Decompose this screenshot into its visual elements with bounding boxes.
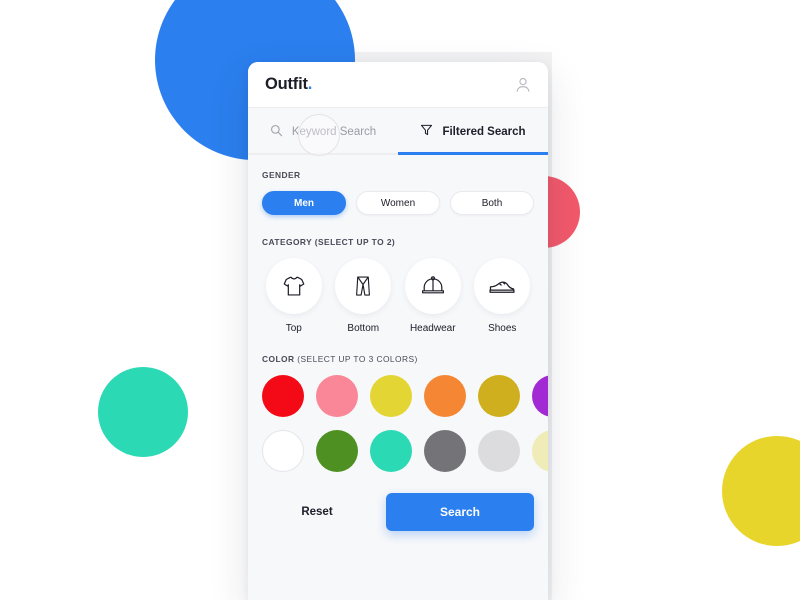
- gender-option-both-label: Both: [481, 197, 503, 209]
- app-logo: Outfit.: [265, 75, 312, 94]
- tab-filtered-search[interactable]: Filtered Search: [398, 108, 548, 155]
- pants-icon: [335, 258, 392, 314]
- gender-option-both[interactable]: Both: [450, 191, 534, 215]
- gender-section-label: GENDER: [262, 170, 301, 180]
- color-swatch-orange[interactable]: [424, 375, 466, 417]
- category-option-top-label: Top: [285, 323, 302, 334]
- color-swatch-yellow[interactable]: [370, 375, 412, 417]
- reset-button[interactable]: Reset: [262, 506, 372, 518]
- category-option-shoes[interactable]: Shoes: [471, 258, 535, 334]
- tshirt-icon: [265, 258, 322, 314]
- category-option-shoes-label: Shoes: [488, 323, 517, 334]
- category-options: Top Bottom Headwear Shoes: [262, 258, 534, 334]
- category-section-label: CATEGORY (SELECT UP TO 2): [262, 237, 396, 247]
- color-swatch-purple[interactable]: [532, 375, 548, 417]
- color-label-bold: COLOR: [262, 354, 295, 364]
- filter-content: GENDER Men Women Both CATEGORY (SELECT U…: [248, 155, 548, 472]
- app-header: Outfit.: [248, 62, 548, 108]
- tab-filtered-search-label: Filtered Search: [442, 125, 526, 138]
- search-mode-tabs: Keyword Search Filtered Search: [248, 108, 548, 156]
- color-section-label: COLOR (SELECT UP TO 3 COLORS): [262, 354, 534, 364]
- tab-keyword-underline: [248, 152, 398, 155]
- color-swatch-white[interactable]: [262, 430, 304, 472]
- shoe-icon: [474, 258, 531, 314]
- category-option-top[interactable]: Top: [262, 258, 326, 334]
- search-button[interactable]: Search: [386, 493, 534, 531]
- color-swatch-row: [262, 430, 548, 472]
- action-footer: Reset Search: [248, 485, 548, 531]
- gender-option-men-label: Men: [294, 197, 314, 209]
- brand-name: Outfit: [265, 75, 308, 93]
- color-swatch-pink[interactable]: [316, 375, 358, 417]
- tab-keyword-search[interactable]: Keyword Search: [248, 108, 398, 156]
- color-swatch-grid: [262, 375, 548, 472]
- color-swatch-gray[interactable]: [424, 430, 466, 472]
- filter-icon: [420, 123, 433, 140]
- category-option-bottom[interactable]: Bottom: [332, 258, 396, 334]
- category-option-headwear[interactable]: Headwear: [401, 258, 465, 334]
- gender-options: Men Women Both: [262, 191, 534, 215]
- tab-keyword-search-label: Keyword Search: [291, 125, 377, 138]
- user-icon[interactable]: [514, 76, 532, 94]
- yellow-circle: [722, 436, 800, 546]
- color-swatch-gold[interactable]: [478, 375, 520, 417]
- tab-filtered-underline: [398, 152, 548, 155]
- color-swatch-row: [262, 375, 548, 417]
- brand-dot: .: [307, 75, 313, 93]
- gender-option-women[interactable]: Women: [356, 191, 440, 215]
- color-swatch-cream[interactable]: [532, 430, 548, 472]
- teal-circle: [98, 367, 188, 457]
- gender-option-women-label: Women: [380, 197, 416, 209]
- cap-icon: [404, 258, 461, 314]
- color-label-rest: (SELECT UP TO 3 COLORS): [294, 354, 418, 364]
- color-swatch-light-gray[interactable]: [478, 430, 520, 472]
- color-swatch-red[interactable]: [262, 375, 304, 417]
- phone-mockup: Outfit. Keyword Search Filtered Search G…: [248, 62, 548, 600]
- search-icon: [270, 124, 283, 140]
- gender-option-men[interactable]: Men: [262, 191, 346, 215]
- category-option-bottom-label: Bottom: [347, 323, 380, 334]
- color-swatch-turquoise[interactable]: [370, 430, 412, 472]
- category-option-headwear-label: Headwear: [409, 323, 456, 334]
- color-swatch-green[interactable]: [316, 430, 358, 472]
